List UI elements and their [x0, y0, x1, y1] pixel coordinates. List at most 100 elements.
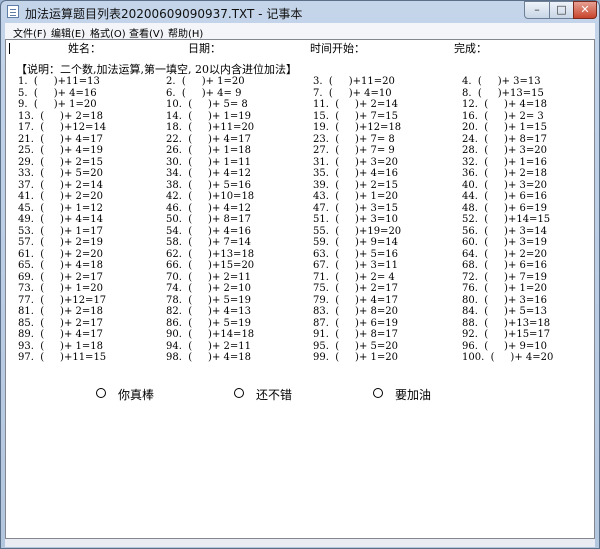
radio-circle-icon — [96, 388, 106, 398]
problem-item: 5. ( )+ 4=16 — [18, 87, 97, 99]
finish-label: 完成： — [454, 42, 487, 55]
maximize-button[interactable]: □ — [549, 1, 574, 19]
problem-item: 23. ( )+ 7= 8 — [313, 133, 395, 145]
notepad-window: 加法运算题目列表20200609090937.TXT - 记事本 – □ ✕ 文… — [0, 0, 600, 549]
problem-item: 83. ( )+ 8=20 — [313, 306, 398, 317]
problem-item: 25. ( )+ 4=19 — [18, 145, 103, 156]
problem-item: 48. ( )+ 6=19 — [462, 202, 547, 214]
menu-file[interactable]: 文件(F) — [13, 25, 47, 40]
problem-item: 38. ( )+ 5=16 — [166, 179, 251, 191]
problem-item: 94. ( )+ 2=11 — [166, 340, 251, 352]
problem-item: 87. ( )+ 6=19 — [313, 317, 398, 329]
problem-item: 70. ( )+ 2=11 — [166, 271, 251, 283]
problem-item: 18. ( )+11=20 — [166, 122, 255, 133]
problem-item: 58. ( )+ 7=14 — [166, 237, 251, 248]
problem-item: 97. ( )+11=15 — [18, 352, 107, 363]
problem-item: 74. ( )+ 2=10 — [166, 283, 251, 294]
problem-item: 33. ( )+ 5=20 — [18, 168, 103, 179]
minimize-button[interactable]: – — [524, 1, 550, 19]
problem-item: 26. ( )+ 1=18 — [166, 145, 251, 156]
problem-item: 62. ( )+13=18 — [166, 248, 255, 260]
problem-item: 36. ( )+ 2=18 — [462, 168, 547, 179]
problem-item: 44. ( )+ 6=16 — [462, 191, 547, 202]
problem-item: 4. ( )+ 3=13 — [462, 76, 541, 87]
problem-item: 15. ( )+ 7=15 — [313, 110, 398, 122]
problem-item: 68. ( )+ 6=16 — [462, 260, 547, 271]
problem-item: 31. ( )+ 3=20 — [313, 156, 398, 168]
problem-item: 63. ( )+ 5=16 — [313, 248, 398, 260]
close-button[interactable]: ✕ — [573, 1, 597, 19]
radio-circle-icon — [234, 388, 244, 398]
problem-item: 75. ( )+ 2=17 — [313, 283, 398, 294]
problem-item: 54. ( )+ 4=16 — [166, 225, 251, 237]
problem-item: 35. ( )+ 4=16 — [313, 168, 398, 179]
problem-item: 69. ( )+ 2=17 — [18, 271, 103, 283]
problem-item: 3. ( )+11=20 — [313, 76, 395, 87]
menu-help[interactable]: 帮助(H) — [168, 25, 203, 40]
problem-item: 24. ( )+ 8=17 — [462, 133, 547, 145]
problem-item: 56. ( )+ 3=14 — [462, 225, 547, 237]
problem-item: 28. ( )+ 3=20 — [462, 145, 547, 156]
problem-item: 37. ( )+ 2=14 — [18, 179, 103, 191]
problem-item: 79. ( )+ 4=17 — [313, 294, 398, 306]
problem-item: 96. ( )+ 9=10 — [462, 340, 547, 352]
problem-item: 16. ( )+ 2= 3 — [462, 110, 544, 122]
problem-item: 32. ( )+ 1=16 — [462, 156, 547, 168]
problem-item: 42. ( )+10=18 — [166, 191, 255, 202]
problem-item: 77. ( )+12=17 — [18, 294, 107, 306]
problem-item: 39. ( )+ 2=15 — [313, 179, 398, 191]
problem-item: 72. ( )+ 7=19 — [462, 271, 547, 283]
problem-item: 57. ( )+ 2=19 — [18, 237, 103, 248]
problem-item: 21. ( )+ 4=17 — [18, 133, 103, 145]
date-label: 日期： — [188, 42, 221, 55]
problem-item: 1. ( )+11=13 — [18, 76, 100, 87]
radio-circle-icon — [373, 388, 383, 398]
problem-item: 43. ( )+ 1=20 — [313, 191, 398, 202]
problem-item: 19. ( )+12=18 — [313, 122, 402, 133]
problem-item: 13. ( )+ 2=18 — [18, 110, 103, 122]
problem-item: 66. ( )+15=20 — [166, 260, 255, 271]
menu-bar: 文件(F) 编辑(E) 格式(O) 查看(V) 帮助(H) — [5, 23, 595, 40]
problem-item: 17. ( )+12=14 — [18, 122, 107, 133]
problem-item: 30. ( )+ 1=11 — [166, 156, 251, 168]
problem-item: 60. ( )+ 3=19 — [462, 237, 547, 248]
problem-item: 92. ( )+15=17 — [462, 329, 551, 340]
problem-item: 22. ( )+ 4=17 — [166, 133, 251, 145]
problem-item: 49. ( )+ 4=14 — [18, 214, 103, 225]
problem-item: 46. ( )+ 4=12 — [166, 202, 251, 214]
problem-item: 50. ( )+ 8=17 — [166, 214, 251, 225]
problem-item: 99. ( )+ 1=20 — [313, 352, 398, 363]
problem-item: 47. ( )+ 3=15 — [313, 202, 398, 214]
problem-item: 84. ( )+ 5=13 — [462, 306, 547, 317]
problem-item: 10. ( )+ 5= 8 — [166, 99, 248, 110]
problem-item: 6. ( )+ 4= 9 — [166, 87, 242, 99]
problem-item: 41. ( )+ 2=20 — [18, 191, 103, 202]
problem-item: 34. ( )+ 4=12 — [166, 168, 251, 179]
menu-view[interactable]: 查看(V) — [129, 25, 164, 40]
text-editor[interactable]: 姓名： 日期： 时间开始： 完成： 【说明：二个数,加法运算,第一填空, 20以… — [5, 39, 595, 539]
menu-edit[interactable]: 编辑(E) — [51, 25, 85, 40]
problem-item: 20. ( )+ 1=15 — [462, 122, 547, 133]
menu-format[interactable]: 格式(O) — [90, 25, 126, 40]
problem-item: 90. ( )+14=18 — [166, 329, 255, 340]
problem-item: 11. ( )+ 2=14 — [313, 99, 398, 110]
problem-item: 45. ( )+ 1=12 — [18, 202, 103, 214]
problem-item: 91. ( )+ 8=17 — [313, 329, 398, 340]
notepad-icon — [7, 5, 19, 18]
problem-item: 100. ( )+ 4=20 — [462, 352, 554, 363]
problem-item: 81. ( )+ 2=18 — [18, 306, 103, 317]
title-bar[interactable]: 加法运算题目列表20200609090937.TXT - 记事本 — [1, 1, 599, 23]
problem-item: 64. ( )+ 2=20 — [462, 248, 547, 260]
problem-item: 29. ( )+ 2=15 — [18, 156, 103, 168]
window-title: 加法运算题目列表20200609090937.TXT - 记事本 — [25, 7, 303, 21]
problem-item: 59. ( )+ 9=14 — [313, 237, 398, 248]
status-bar — [5, 539, 595, 547]
problem-item: 8. ( )+13=15 — [462, 87, 544, 99]
problem-item: 55. ( )+19=20 — [313, 225, 402, 237]
problem-item: 98. ( )+ 4=18 — [166, 352, 251, 363]
problem-item: 52. ( )+14=15 — [462, 214, 551, 225]
problem-item: 12. ( )+ 4=18 — [462, 99, 547, 110]
problem-item: 88. ( )+13=18 — [462, 317, 551, 329]
problem-item: 27. ( )+ 7= 9 — [313, 145, 395, 156]
problem-item: 9. ( )+ 1=20 — [18, 99, 97, 110]
